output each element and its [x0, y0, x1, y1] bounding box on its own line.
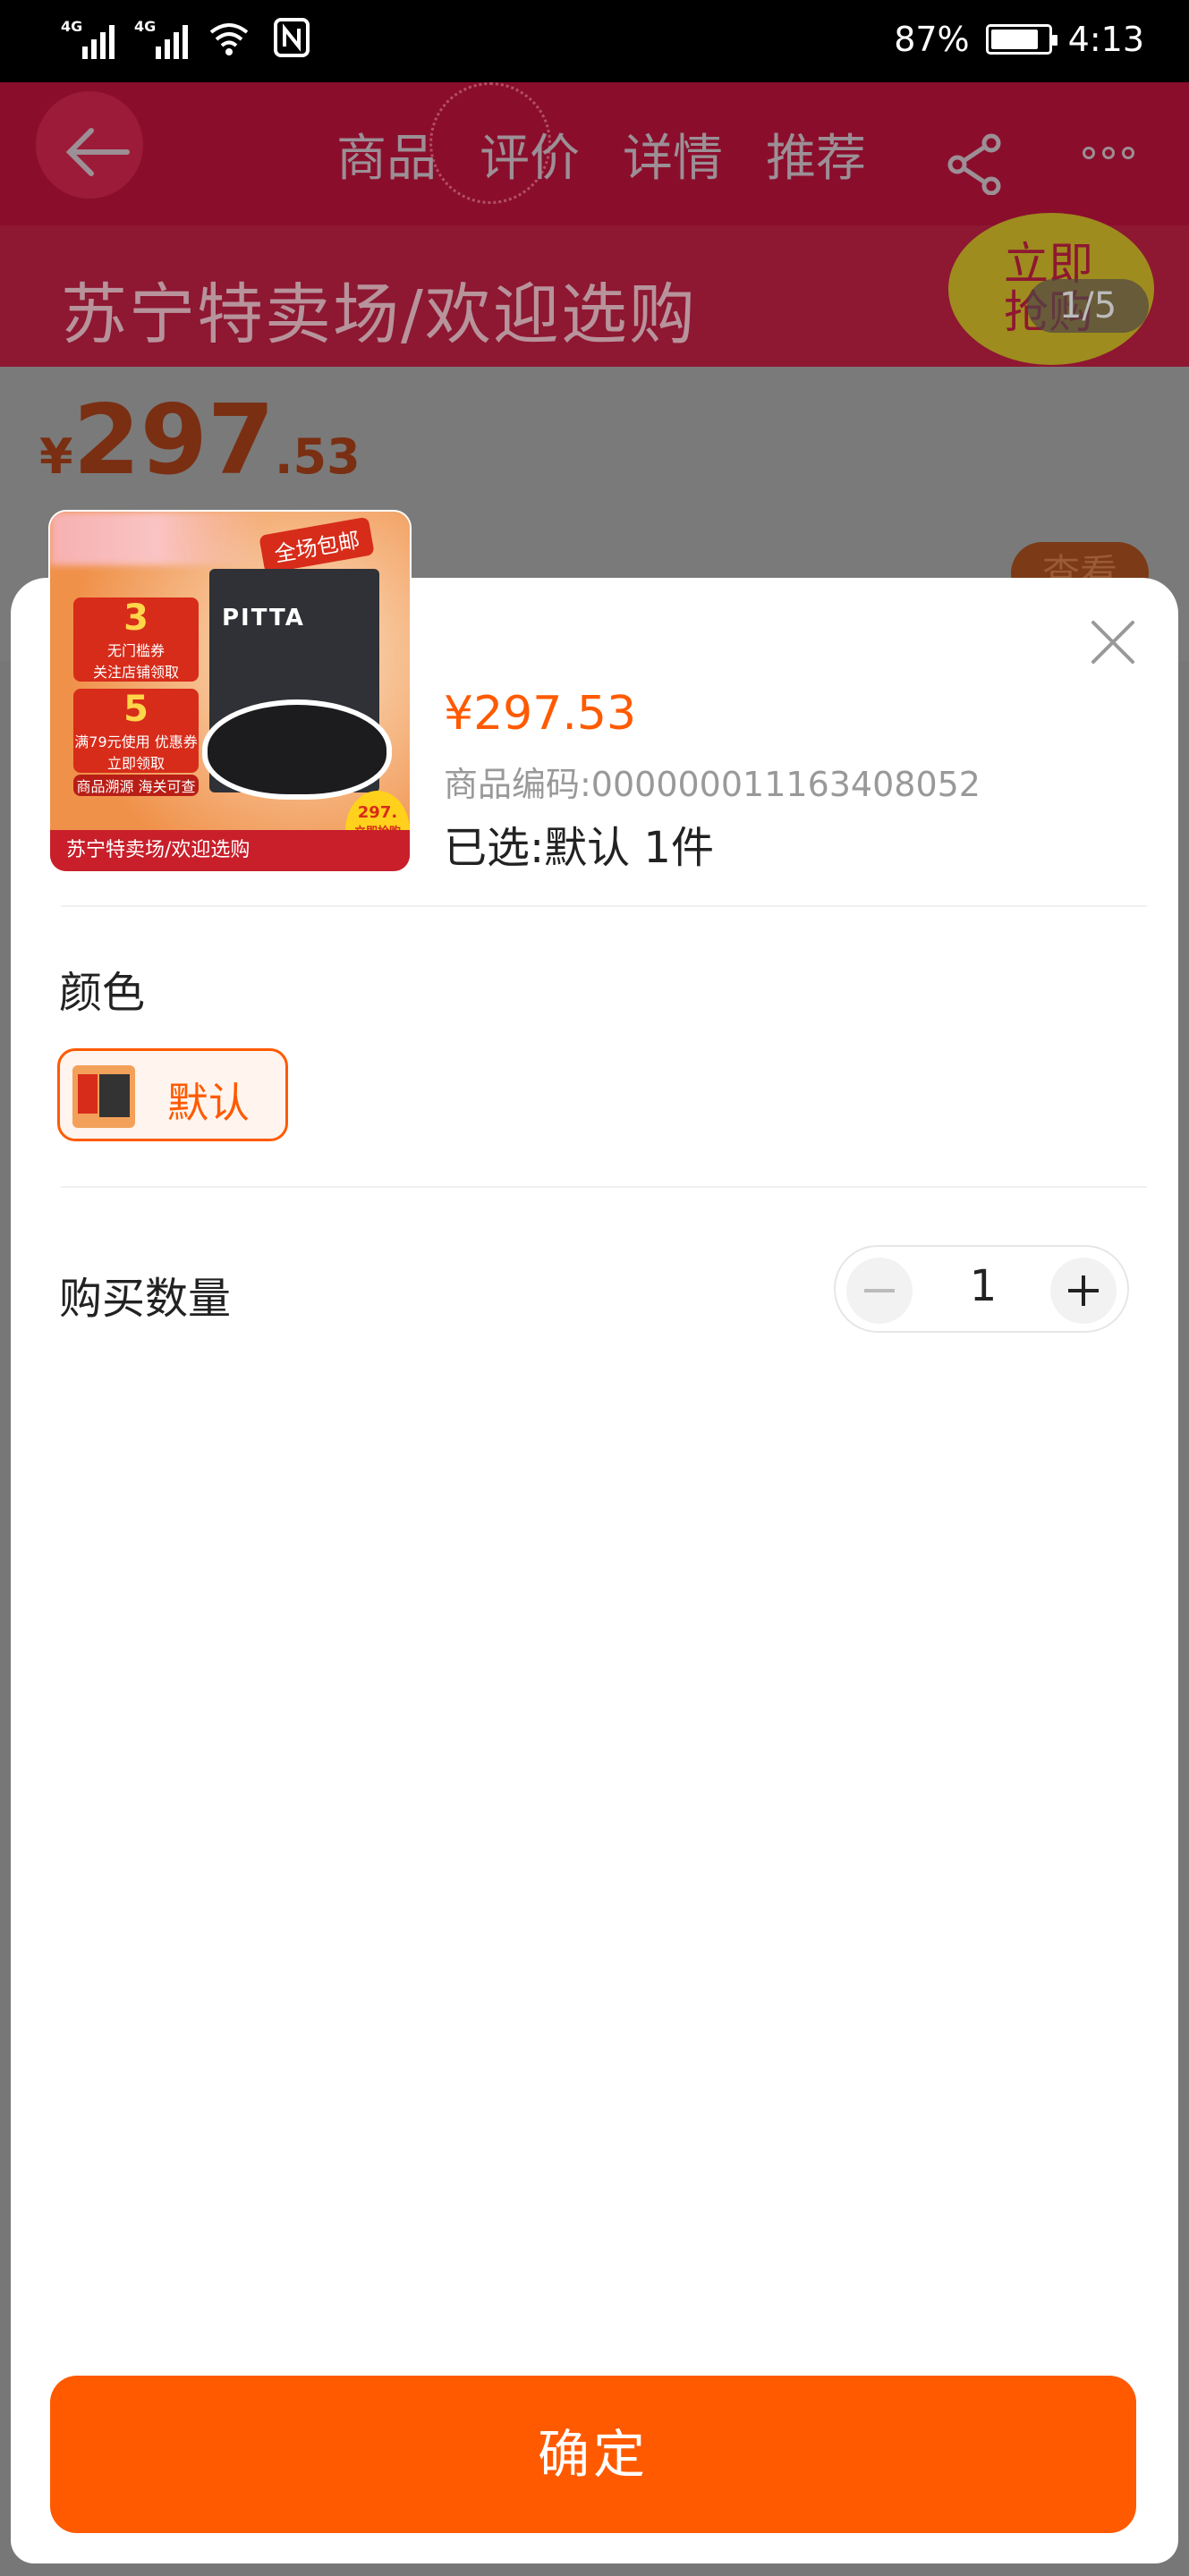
quantity-value[interactable]: 1 — [943, 1261, 1023, 1311]
more-icon[interactable] — [1083, 147, 1134, 159]
status-bar: 4G 4G 87% 4:13 — [0, 0, 1189, 82]
cell-signal-icon: 4G — [61, 16, 115, 59]
decrease-quantity-button[interactable] — [846, 1258, 913, 1324]
quantity-stepper: 1 — [834, 1245, 1129, 1333]
coupon-card: 3 无门槛券 关注店铺领取 — [73, 597, 199, 682]
close-icon[interactable] — [1088, 617, 1138, 667]
origin-note: 商品溯源 海关可查 — [73, 775, 199, 796]
image-page-indicator: 1/5 — [1027, 279, 1149, 333]
banner-text: 苏宁特卖场/欢迎选购 — [61, 276, 697, 353]
tab-recommend[interactable]: 推荐 — [766, 118, 866, 191]
product-thumbnail: 全场包邮 3 无门槛券 关注店铺领取 5 满79元使用 优惠券 立即领取 商品溯… — [50, 512, 410, 871]
back-arrow-icon[interactable] — [64, 125, 131, 179]
divider — [61, 1186, 1147, 1188]
coupon-card: 5 满79元使用 优惠券 立即领取 — [73, 689, 199, 773]
tab-details[interactable]: 详情 — [623, 118, 723, 191]
share-icon[interactable] — [945, 132, 1007, 195]
mask-image — [202, 699, 392, 800]
network-type-label: 4G — [61, 18, 83, 35]
background-price: ¥297.53 — [39, 385, 361, 496]
color-option-default[interactable]: 默认 — [57, 1048, 288, 1141]
increase-quantity-button[interactable] — [1050, 1258, 1117, 1324]
tab-reviews[interactable]: 评价 — [480, 118, 580, 191]
selected-summary: 已选:默认 1件 — [444, 823, 714, 873]
sku-price: ¥297.53 — [444, 687, 637, 741]
network-type-label: 4G — [134, 18, 157, 35]
quantity-title: 购买数量 — [59, 1274, 232, 1324]
battery-percent: 87% — [894, 20, 970, 59]
confirm-button[interactable]: 确定 — [50, 2376, 1136, 2533]
product-code: 商品编码:000000011163408052 — [444, 765, 981, 804]
status-left: 4G 4G — [61, 16, 313, 59]
divider — [61, 905, 1147, 907]
promo-banner: 苏宁特卖场/欢迎选购 立即抢购 1/5 — [0, 213, 1189, 367]
tab-product[interactable]: 商品 — [336, 118, 437, 191]
clock: 4:13 — [1067, 20, 1144, 59]
product-tabs: 商品 评价 详情 推荐 — [336, 118, 866, 191]
sku-bottom-sheet: 全场包邮 3 无门槛券 关注店铺领取 5 满79元使用 优惠券 立即领取 商品溯… — [11, 512, 1178, 2563]
thumbnail-footer: 苏宁特卖场/欢迎选购 — [50, 830, 410, 871]
battery-icon — [985, 24, 1057, 55]
nfc-icon — [274, 18, 310, 57]
product-header: 商品 评价 详情 推荐 — [0, 82, 1189, 225]
color-option-label: 默认 — [167, 1079, 250, 1127]
color-option-thumbnail — [72, 1065, 135, 1128]
cell-signal-icon: 4G — [134, 16, 188, 59]
status-right: 87% 4:13 — [894, 20, 1144, 59]
wifi-icon — [209, 23, 249, 55]
color-section-title: 颜色 — [59, 968, 146, 1018]
blurred-region — [50, 512, 265, 565]
